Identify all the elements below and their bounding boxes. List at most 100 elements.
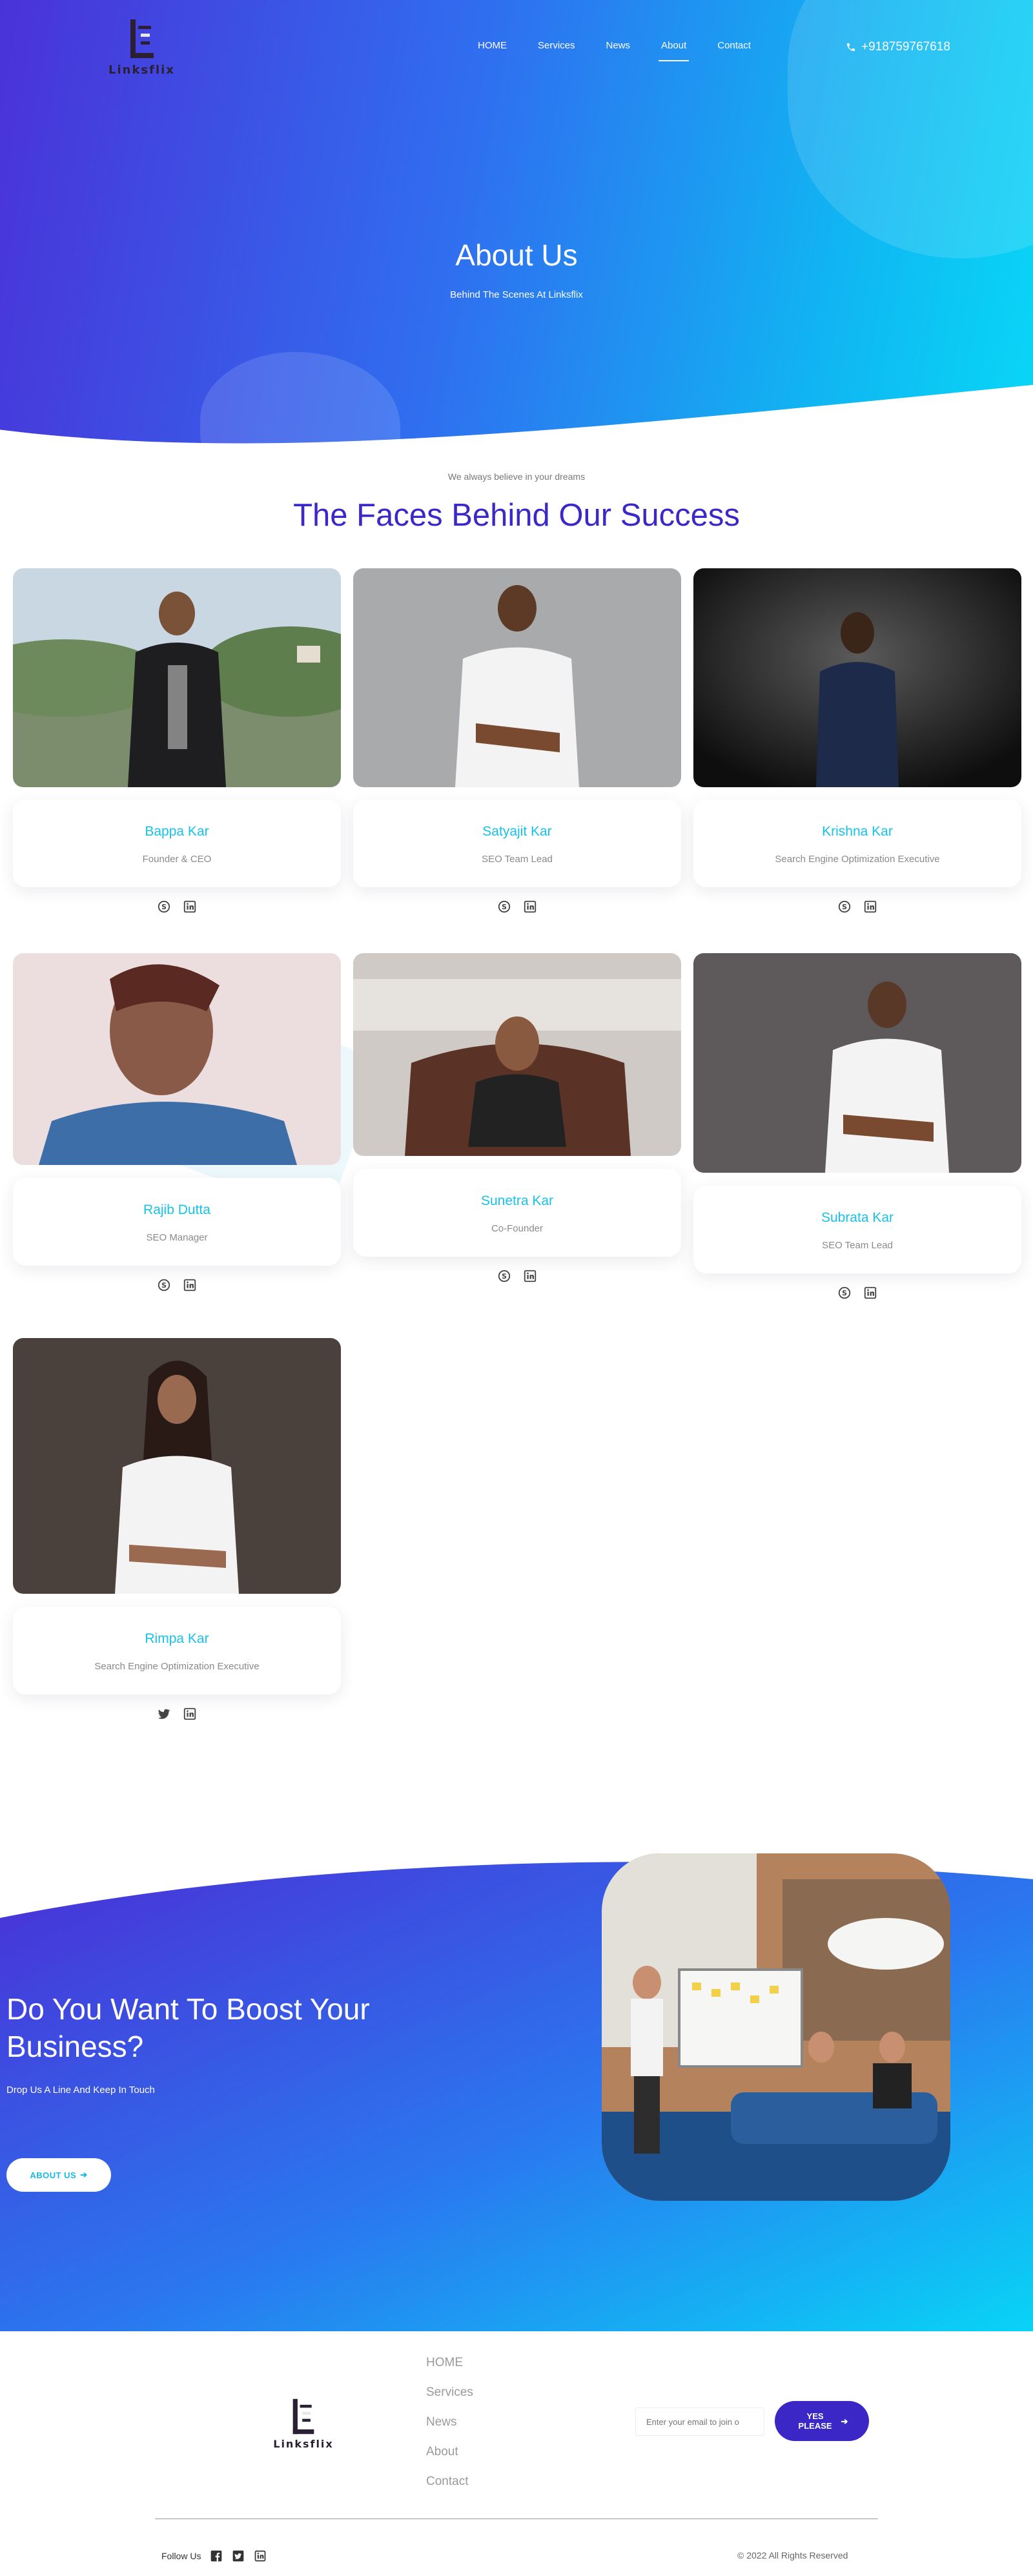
- svg-text:S: S: [161, 903, 167, 911]
- svg-text:S: S: [161, 1281, 167, 1290]
- linkedin-icon[interactable]: [863, 900, 877, 914]
- page-subtitle: Behind The Scenes At Linksflix: [450, 289, 583, 300]
- linkedin-icon[interactable]: [183, 900, 197, 914]
- member-name: Rimpa Kar: [145, 1631, 209, 1646]
- member-info-card: Krishna Kar Search Engine Optimization E…: [693, 799, 1021, 887]
- follow-us: Follow Us: [161, 2550, 267, 2562]
- team-title: The Faces Behind Our Success: [293, 498, 740, 533]
- hero-blob-right: [788, 0, 1033, 258]
- twitter-icon[interactable]: [157, 1707, 171, 1721]
- about-us-button[interactable]: ABOUT US ➔: [6, 2158, 111, 2192]
- member-role: SEO Manager: [146, 1232, 208, 1243]
- footer-nav: HOME Services News About Contact: [426, 2356, 473, 2504]
- team-tagline: We always believe in your dreams: [447, 471, 586, 482]
- nav-contact[interactable]: Contact: [717, 37, 751, 54]
- member-role: Co-Founder: [491, 1223, 544, 1234]
- member-info-card: Subrata Kar SEO Team Lead: [693, 1186, 1021, 1273]
- member-photo: [13, 953, 341, 1165]
- linkedin-icon[interactable]: [863, 1286, 877, 1300]
- nav-home[interactable]: HOME: [478, 37, 507, 54]
- member-info-card: Bappa Kar Founder & CEO: [13, 799, 341, 887]
- member-socials: S: [13, 1278, 341, 1292]
- skype-icon[interactable]: S: [157, 900, 171, 914]
- member-role: Search Engine Optimization Executive: [775, 854, 940, 865]
- copyright: © 2022 All Rights Reserved: [737, 2550, 848, 2561]
- member-socials: S: [693, 900, 1021, 914]
- linkedin-icon[interactable]: [523, 900, 537, 914]
- member-info-card: Rajib Dutta SEO Manager: [13, 1178, 341, 1266]
- member-name: Bappa Kar: [145, 824, 209, 839]
- phone-number: +918759767618: [861, 40, 950, 54]
- page-title: About Us: [455, 238, 578, 272]
- skype-icon[interactable]: S: [837, 900, 852, 914]
- svg-text:S: S: [502, 903, 507, 911]
- linkedin-icon[interactable]: [183, 1707, 197, 1721]
- nav-news[interactable]: News: [606, 37, 631, 54]
- footer-link-about[interactable]: About: [426, 2445, 473, 2475]
- member-name: Rajib Dutta: [143, 1202, 210, 1217]
- linkedin-icon[interactable]: [523, 1269, 537, 1283]
- page: Linksflix HOME Services News About Conta…: [0, 0, 1033, 2576]
- member-name: Krishna Kar: [822, 824, 893, 839]
- skype-icon[interactable]: S: [837, 1286, 852, 1300]
- member-photo: [13, 568, 341, 787]
- nav-services[interactable]: Services: [538, 37, 575, 54]
- linkedin-icon[interactable]: [254, 2550, 267, 2562]
- member-role: SEO Team Lead: [482, 854, 553, 865]
- nav-about[interactable]: About: [659, 37, 690, 61]
- member-role: SEO Team Lead: [822, 1240, 893, 1251]
- cta-subtitle: Drop Us A Line And Keep In Touch: [6, 2085, 155, 2096]
- header-phone[interactable]: +918759767618: [846, 40, 950, 54]
- member-socials: S: [353, 900, 681, 914]
- member-photo: [13, 1338, 341, 1594]
- arrow-right-icon: ➔: [80, 2170, 88, 2179]
- member-info-card: Satyajit Kar SEO Team Lead: [353, 799, 681, 887]
- hero-section: Linksflix HOME Services News About Conta…: [0, 0, 1033, 446]
- office-team-photo: [602, 1853, 950, 2201]
- phone-icon: [847, 43, 855, 51]
- newsletter-email-input[interactable]: [635, 2407, 764, 2436]
- member-role: Search Engine Optimization Executive: [94, 1661, 260, 1672]
- member-photo: [693, 568, 1021, 787]
- skype-icon[interactable]: S: [497, 900, 511, 914]
- member-info-card: Rimpa Kar Search Engine Optimization Exe…: [13, 1607, 341, 1695]
- follow-label: Follow Us: [161, 2551, 201, 2561]
- member-role: Founder & CEO: [142, 854, 212, 865]
- brand-name: Linksflix: [108, 63, 175, 77]
- member-photo: [353, 568, 681, 787]
- member-socials: S: [13, 900, 341, 914]
- footer-link-services[interactable]: Services: [426, 2385, 473, 2415]
- member-photo: [353, 953, 681, 1156]
- hero-wave: [0, 385, 1033, 446]
- member-name: Satyajit Kar: [482, 824, 552, 839]
- svg-text:S: S: [842, 1289, 847, 1297]
- about-us-button-label: ABOUT US: [30, 2170, 77, 2180]
- member-socials: S: [353, 1269, 681, 1283]
- svg-text:S: S: [842, 903, 847, 911]
- member-info-card: Sunetra Kar Co-Founder: [353, 1169, 681, 1257]
- main-nav: HOME Services News About Contact: [478, 37, 782, 61]
- footer-logo[interactable]: Linksflix: [271, 2393, 342, 2464]
- logo-mark-icon: [292, 2398, 314, 2435]
- subscribe-button[interactable]: YES PLEASE ➔: [775, 2401, 869, 2441]
- linkedin-icon[interactable]: [183, 1278, 197, 1292]
- footer-link-news[interactable]: News: [426, 2415, 473, 2445]
- subscribe-button-label: YES PLEASE: [798, 2411, 832, 2431]
- svg-text:S: S: [502, 1272, 507, 1281]
- footer-link-home[interactable]: HOME: [426, 2356, 473, 2385]
- skype-icon[interactable]: S: [497, 1269, 511, 1283]
- member-socials: S: [693, 1286, 1021, 1300]
- cta-title: Do You Want To Boost Your Business?: [6, 1992, 370, 2063]
- footer-link-contact[interactable]: Contact: [426, 2475, 473, 2504]
- facebook-icon[interactable]: [210, 2550, 223, 2562]
- skype-icon[interactable]: S: [157, 1278, 171, 1292]
- member-photo: [693, 953, 1021, 1173]
- logo-mark-icon: [130, 19, 154, 58]
- brand-logo[interactable]: Linksflix: [103, 14, 174, 85]
- twitter-square-icon[interactable]: [232, 2550, 245, 2562]
- member-socials: [13, 1707, 341, 1721]
- cta-section: Do You Want To Boost Your Business? Drop…: [0, 1847, 1033, 2331]
- footer-brand-name: Linksflix: [273, 2438, 334, 2450]
- arrow-right-icon: ➔: [841, 2416, 848, 2426]
- member-name: Sunetra Kar: [480, 1193, 554, 1208]
